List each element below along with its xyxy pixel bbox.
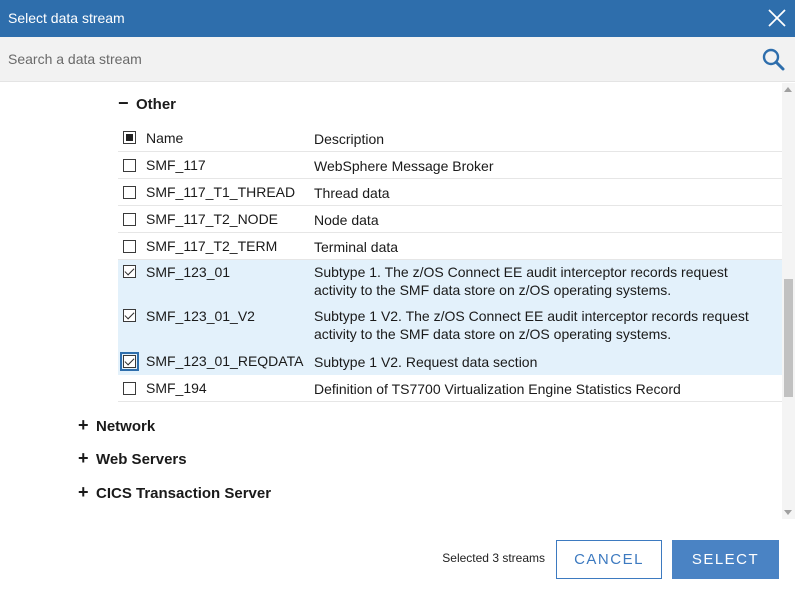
group-header-other[interactable]: − Other: [118, 93, 176, 114]
stream-name: SMF_123_01: [146, 264, 231, 280]
stream-description: Subtype 1. The z/OS Connect EE audit int…: [314, 264, 728, 298]
stream-name: SMF_117: [146, 157, 206, 173]
table-row[interactable]: SMF_117_T2_TERM Terminal data: [118, 233, 782, 260]
row-checkbox[interactable]: [120, 352, 139, 371]
group-header-cics[interactable]: + CICS Transaction Server: [78, 482, 271, 503]
group-header-network[interactable]: + Network: [78, 415, 155, 436]
name-column-header: Name: [146, 130, 184, 146]
table-row[interactable]: SMF_123_01 Subtype 1. The z/OS Connect E…: [118, 260, 782, 304]
group-label: Web Servers: [96, 451, 187, 468]
expand-icon: +: [78, 415, 89, 435]
table-row[interactable]: SMF_117 WebSphere Message Broker: [118, 152, 782, 179]
dialog-footer: Selected 3 streams CANCEL SELECT: [0, 522, 795, 596]
row-checkbox[interactable]: [123, 213, 136, 226]
table-header-row: Name Description: [118, 125, 782, 152]
stream-description: Definition of TS7700 Virtualization Engi…: [314, 381, 681, 397]
table-row[interactable]: SMF_117_T1_THREAD Thread data: [118, 179, 782, 206]
scrollbar-thumb[interactable]: [784, 279, 793, 397]
stream-name: SMF_194: [146, 380, 207, 396]
stream-description: Thread data: [314, 185, 390, 201]
group-label: CICS Transaction Server: [96, 485, 272, 502]
row-checkbox[interactable]: [123, 382, 136, 395]
select-all-checkbox[interactable]: [123, 131, 136, 144]
scroll-down-arrow-icon[interactable]: [784, 510, 792, 515]
collapse-icon: −: [118, 93, 129, 113]
group-header-web-servers[interactable]: + Web Servers: [78, 448, 187, 469]
select-button[interactable]: SELECT: [672, 540, 779, 579]
table-row[interactable]: SMF_123_01_V2 Subtype 1 V2. The z/OS Con…: [118, 304, 782, 348]
search-bar: [0, 37, 795, 82]
stream-name: SMF_117_T1_THREAD: [146, 184, 296, 200]
dialog-titlebar: Select data stream: [0, 0, 795, 37]
scroll-up-arrow-icon[interactable]: [784, 87, 792, 92]
cancel-button[interactable]: CANCEL: [556, 540, 662, 579]
stream-description: WebSphere Message Broker: [314, 158, 494, 174]
expand-icon: +: [78, 448, 89, 468]
row-checkbox[interactable]: [123, 265, 136, 278]
vertical-scrollbar[interactable]: [782, 83, 795, 519]
stream-description: Terminal data: [314, 239, 399, 255]
stream-description: Subtype 1 V2. The z/OS Connect EE audit …: [314, 308, 749, 342]
stream-name: SMF_117_T2_TERM: [146, 238, 278, 254]
stream-description: Subtype 1 V2. Request data section: [314, 354, 538, 370]
group-label: Network: [96, 418, 156, 435]
table-row[interactable]: SMF_117_T2_NODE Node data: [118, 206, 782, 233]
description-column-header: Description: [314, 131, 385, 147]
row-checkbox[interactable]: [123, 240, 136, 253]
stream-table: Name Description SMF_117 WebSphere Messa…: [118, 125, 782, 402]
row-checkbox[interactable]: [123, 186, 136, 199]
stream-name: SMF_117_T2_NODE: [146, 211, 279, 227]
dialog-title: Select data stream: [8, 10, 125, 26]
table-row[interactable]: SMF_123_01_REQDATA Subtype 1 V2. Request…: [118, 348, 782, 375]
expand-icon: +: [78, 482, 89, 502]
selection-status: Selected 3 streams: [442, 551, 545, 565]
search-input[interactable]: [0, 37, 740, 81]
stream-description: Node data: [314, 212, 379, 228]
row-checkbox[interactable]: [123, 309, 136, 322]
table-row[interactable]: SMF_194 Definition of TS7700 Virtualizat…: [118, 375, 782, 402]
search-icon[interactable]: [761, 47, 787, 73]
row-checkbox[interactable]: [123, 159, 136, 172]
stream-list: − Other Name Description SMF_117 WebSpher…: [0, 83, 782, 519]
group-label: Other: [136, 96, 177, 113]
close-icon[interactable]: [765, 6, 789, 30]
stream-name: SMF_123_01_REQDATA: [146, 353, 304, 369]
stream-name: SMF_123_01_V2: [146, 308, 255, 324]
